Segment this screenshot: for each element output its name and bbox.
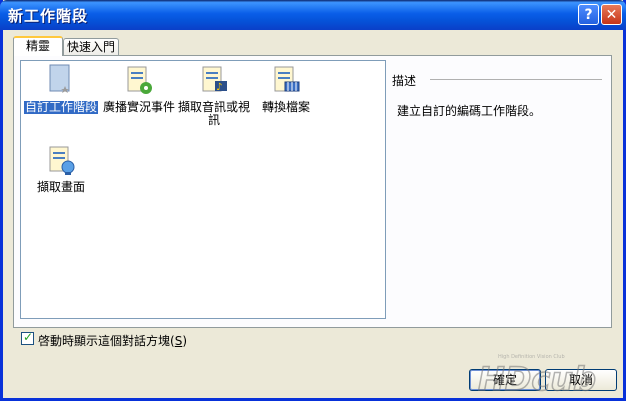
- check-icon: ✓: [23, 330, 34, 344]
- tab-quick-start[interactable]: 快速入門: [63, 38, 119, 56]
- list-item-label: 擷取音訊或視訊: [178, 100, 251, 127]
- watermark-text: HDcub: [478, 360, 596, 398]
- watermark-logo: High Definition Vision Club HDcub: [477, 352, 624, 399]
- description-text: 建立自訂的編碼工作階段。: [397, 104, 542, 118]
- session-type-list[interactable]: 自訂工作階段 廣播實況事件 ♪ 擷取音訊或視訊 轉換檔案 擷取畫面: [20, 60, 386, 319]
- close-button[interactable]: ✕: [601, 4, 622, 25]
- help-button[interactable]: ?: [578, 4, 599, 25]
- list-item-custom-session[interactable]: 自訂工作階段: [24, 63, 98, 114]
- tab-wizard-label: 精靈: [25, 39, 50, 53]
- tab-quick-start-label: 快速入門: [66, 40, 115, 54]
- list-item-capture-screen[interactable]: 擷取畫面: [24, 143, 98, 194]
- svg-text:♪: ♪: [216, 82, 222, 93]
- startup-checkbox-label[interactable]: 啓動時顯示這個對話方塊(S): [38, 332, 187, 349]
- window-title: 新工作階段: [8, 7, 89, 25]
- list-item-label: 擷取畫面: [36, 180, 85, 194]
- list-item-broadcast[interactable]: 廣播實況事件: [102, 63, 176, 114]
- description-divider: [430, 79, 602, 80]
- list-item-convert-file[interactable]: 轉換檔案: [249, 63, 323, 114]
- description-header: 描述: [392, 74, 417, 88]
- convert-file-icon: [269, 63, 303, 97]
- dialog-window: 新工作階段 ? ✕ 精靈 快速入門 自訂工作階段 廣播實況事件 ♪ 擷取音訊或視…: [0, 0, 626, 401]
- custom-session-icon: [44, 63, 78, 97]
- tab-wizard[interactable]: 精靈: [13, 36, 63, 56]
- startup-checkbox-label-prefix: 啓動時顯示這個對話方塊(: [38, 334, 175, 348]
- title-bar[interactable]: 新工作階段 ? ✕: [0, 0, 626, 30]
- startup-checkbox[interactable]: ✓: [21, 330, 34, 345]
- broadcast-icon: [122, 63, 156, 97]
- list-item-capture-av[interactable]: ♪ 擷取音訊或視訊: [177, 63, 251, 127]
- list-item-label: 轉換檔案: [261, 100, 310, 114]
- capture-av-icon: ♪: [197, 63, 231, 97]
- list-item-label: 廣播實況事件: [103, 100, 176, 114]
- startup-checkbox-label-suffix: ): [182, 334, 187, 348]
- list-item-label: 自訂工作階段: [24, 100, 98, 114]
- capture-screen-icon: [44, 143, 78, 177]
